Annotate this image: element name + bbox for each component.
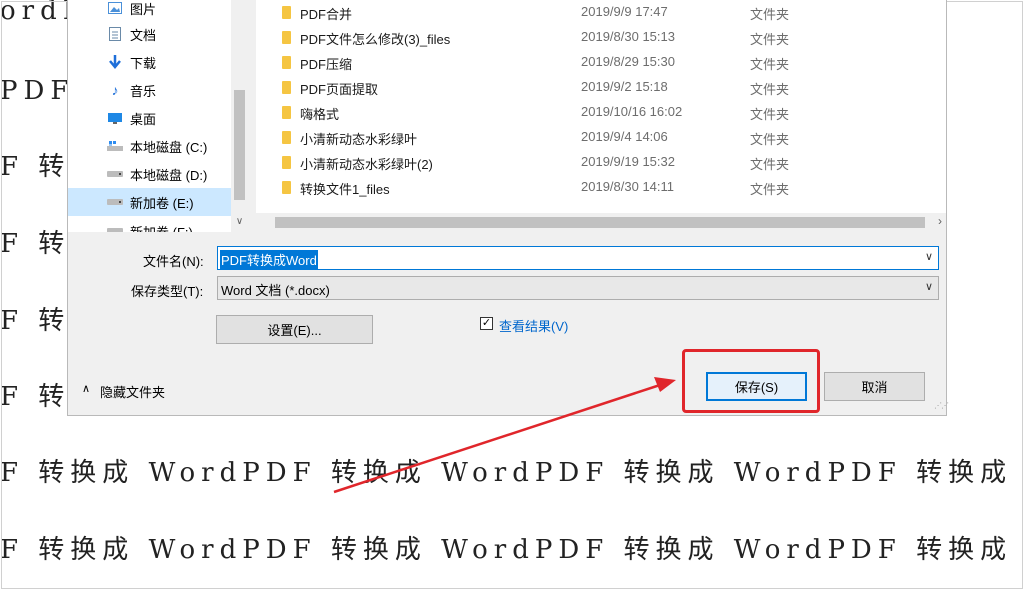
annotation-arrow xyxy=(333,377,676,494)
